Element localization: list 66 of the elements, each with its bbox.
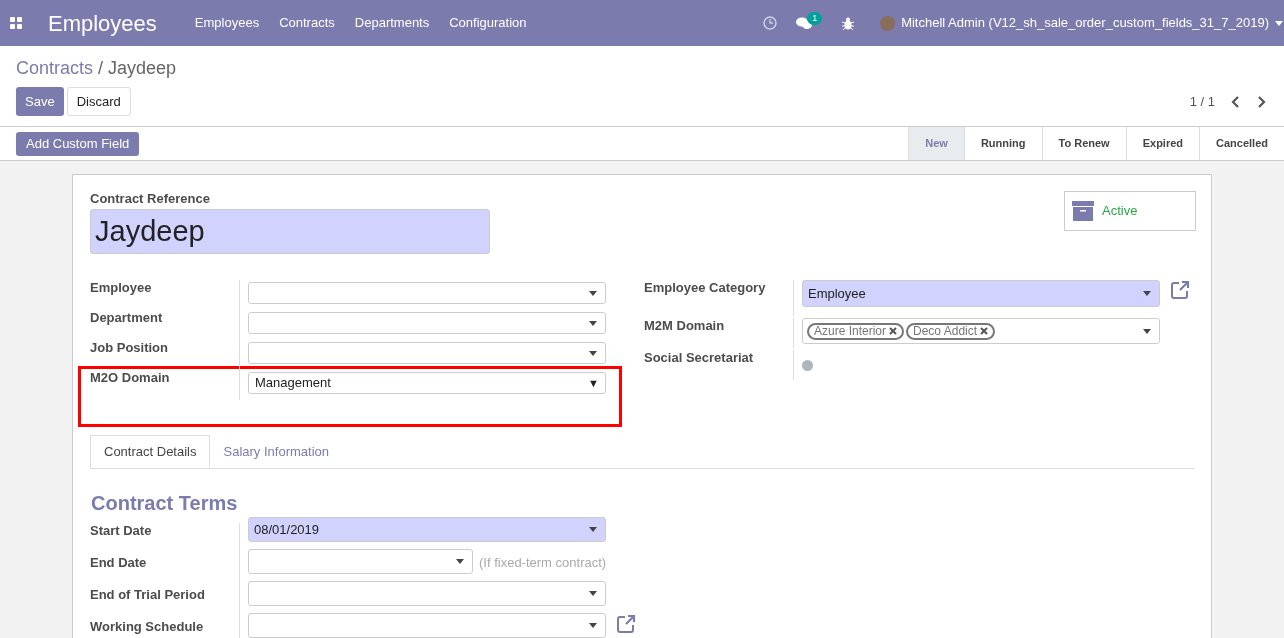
status-step[interactable]: New (908, 127, 964, 160)
breadcrumb-separator: / (98, 57, 104, 80)
date-field[interactable] (248, 581, 606, 606)
menu-link[interactable]: Employees (194, 13, 260, 33)
external-link-icon[interactable] (1170, 280, 1190, 300)
contract-reference-input[interactable]: Jaydeep (90, 209, 490, 254)
tab[interactable]: Salary Information (210, 435, 342, 468)
app-title: Employees (48, 9, 157, 38)
select-field[interactable]: Management ▼ (248, 372, 606, 394)
field-label: Employee (90, 280, 240, 310)
notification-badge: 1 (807, 11, 823, 25)
caret-icon (456, 559, 464, 564)
save-button[interactable]: Save (16, 87, 64, 116)
caret-icon (589, 290, 597, 296)
field-label: M2O Domain (90, 370, 240, 400)
apps-menu-icon[interactable] (10, 17, 22, 29)
field-label: Social Secretariat (644, 350, 794, 380)
caret-icon (589, 623, 597, 628)
external-link-icon[interactable] (616, 614, 636, 634)
section-title: Contract Terms (91, 491, 239, 515)
breadcrumb-current: Jaydeep (108, 57, 177, 80)
remove-icon[interactable] (889, 327, 898, 335)
clock-icon[interactable] (763, 16, 778, 30)
chevron-left-icon[interactable] (1231, 95, 1239, 108)
chevron-right-icon[interactable] (1258, 95, 1266, 108)
caret-icon (589, 527, 597, 532)
bug-icon[interactable] (842, 16, 855, 30)
dropdown-field[interactable] (248, 312, 606, 334)
date-field[interactable] (248, 549, 473, 574)
field-label: Employee Category (644, 280, 794, 316)
field-label: Working Schedule (90, 619, 240, 638)
caret-icon (1275, 20, 1283, 26)
avatar (880, 15, 896, 31)
archive-box-icon (1072, 201, 1094, 221)
discard-button[interactable]: Discard (66, 87, 131, 116)
field-label: End Date (90, 555, 240, 587)
field-hint: (If fixed-term contract) (479, 554, 607, 572)
menu-link[interactable]: Configuration (449, 13, 527, 33)
field-label: Contract Reference (90, 191, 211, 207)
caret-icon (1143, 328, 1151, 334)
tab[interactable]: Contract Details (90, 435, 211, 468)
dropdown-field[interactable] (248, 342, 606, 364)
tag: Deco Addict (906, 322, 996, 340)
breadcrumb-link[interactable]: Contracts (16, 55, 94, 81)
tags-field[interactable]: Azure Interior Deco Addict (802, 318, 1160, 344)
caret-icon (589, 350, 597, 356)
caret-icon (1143, 291, 1151, 296)
field-label: Department (90, 310, 240, 340)
menu-link[interactable]: Contracts (279, 13, 335, 33)
tag: Azure Interior (807, 322, 905, 340)
pager-value: 1 / 1 (1189, 92, 1215, 111)
field-label: Job Position (90, 340, 240, 370)
dropdown-field[interactable] (248, 613, 606, 638)
dropdown-field[interactable]: Employee (802, 280, 1160, 307)
field-label: Start Date (90, 523, 240, 555)
field-label: M2M Domain (644, 318, 794, 348)
date-field[interactable]: 08/01/2019 (248, 517, 606, 542)
field-label: End of Trial Period (90, 587, 240, 619)
dropdown-field[interactable] (248, 282, 606, 304)
add-custom-field-button[interactable]: Add Custom Field (16, 131, 140, 156)
user-menu[interactable]: Mitchell Admin (V12_sh_sale_order_custom_fields_31_7_2019) (901, 13, 1269, 33)
active-toggle-button[interactable]: Active (1064, 191, 1196, 231)
caret-icon (589, 320, 597, 326)
caret-icon (589, 591, 597, 596)
remove-icon[interactable] (980, 327, 989, 335)
menu-link[interactable]: Departments (354, 13, 430, 33)
